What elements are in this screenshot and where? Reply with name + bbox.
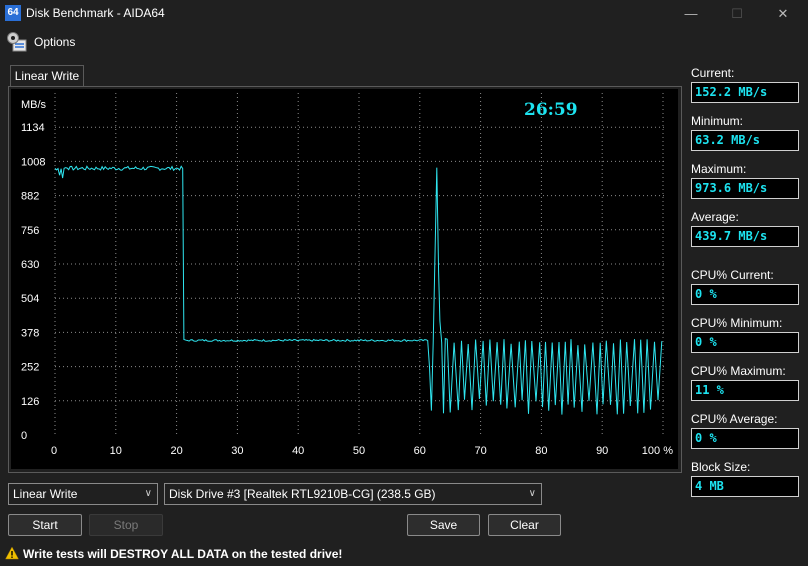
x-tick-label: 40 [292,445,304,457]
x-tick-label: 30 [231,445,243,457]
start-button[interactable]: Start [8,514,82,536]
x-tick-label: 50 [353,445,365,457]
stat-label-cpu-minimum: CPU% Minimum: [691,316,783,330]
stat-value-current: 152.2 MB/s [691,82,799,103]
stat-value-minimum: 63.2 MB/s [691,130,799,151]
stat-label-cpu-current: CPU% Current: [691,268,774,282]
options-menu[interactable]: Options [34,35,75,49]
stat-value-maximum: 973.6 MB/s [691,178,799,199]
chart-series-line [54,165,663,415]
window-title: Disk Benchmark - AIDA64 [26,6,165,20]
y-axis-unit-label: MB/s [21,99,47,111]
chart-svg: MB/s 0 126 252 378 504 630 756 882 1008 1134 0 10 20 3… [21,93,673,457]
stat-label-maximum: Maximum: [691,162,747,176]
drive-select[interactable]: Disk Drive #3 [Realtek RTL9210B-CG] (238… [164,483,542,505]
maximize-button[interactable]: ☐ [722,4,752,24]
benchmark-chart: MB/s 0 126 252 378 504 630 756 882 1008 1134 0 10 20 3… [11,89,678,469]
minimize-button[interactable]: — [676,4,706,24]
x-tick-label: 80 [535,445,547,457]
stat-label-cpu-maximum: CPU% Maximum: [691,364,786,378]
warning-message: Write tests will DESTROY ALL DATA on the… [23,547,343,561]
y-tick-label: 252 [21,362,39,374]
stat-value-cpu-minimum: 0 % [691,332,799,353]
x-tick-label: 60 [414,445,426,457]
x-tick-label: 10 [110,445,122,457]
x-tick-label: 90 [596,445,608,457]
drive-selected: Disk Drive #3 [Realtek RTL9210B-CG] (238… [169,487,436,501]
stat-value-block-size: 4 MB [691,476,799,497]
test-type-select[interactable]: Linear Write ∨ [8,483,158,505]
close-button[interactable]: ✕ [768,4,798,24]
clear-button[interactable]: Clear [488,514,561,536]
y-tick-label: 630 [21,259,39,271]
save-button[interactable]: Save [407,514,480,536]
y-tick-label: 0 [21,430,27,442]
chevron-down-icon: ∨ [528,488,536,499]
y-tick-label: 1134 [21,122,45,134]
y-tick-label: 126 [21,396,39,408]
stat-label-average: Average: [691,210,739,224]
x-tick-label: 0 [51,445,57,457]
x-tick-label: 100 % [642,445,673,457]
x-tick-label: 20 [170,445,182,457]
elapsed-timer: 26:59 [524,100,578,120]
stat-label-block-size: Block Size: [691,460,751,474]
stat-value-cpu-average: 0 % [691,428,799,449]
chevron-down-icon: ∨ [144,488,152,499]
stat-label-cpu-average: CPU% Average: [691,412,778,426]
stat-value-cpu-maximum: 11 % [691,380,799,401]
test-type-selected: Linear Write [13,487,78,501]
stat-label-minimum: Minimum: [691,114,744,128]
stat-value-cpu-current: 0 % [691,284,799,305]
y-tick-label: 1008 [21,156,45,168]
options-icon[interactable] [5,30,29,54]
aida64-app-icon: 64 [5,5,21,21]
stat-label-current: Current: [691,66,735,80]
y-tick-label: 504 [21,293,39,305]
stat-value-average: 439.7 MB/s [691,226,799,247]
warning-icon [5,546,19,560]
y-tick-label: 756 [21,225,39,237]
stop-button[interactable]: Stop [89,514,163,536]
y-tick-label: 882 [21,191,39,203]
x-tick-label: 70 [474,445,486,457]
tab-linear-write[interactable]: Linear Write [10,65,84,86]
y-tick-label: 378 [21,327,39,339]
